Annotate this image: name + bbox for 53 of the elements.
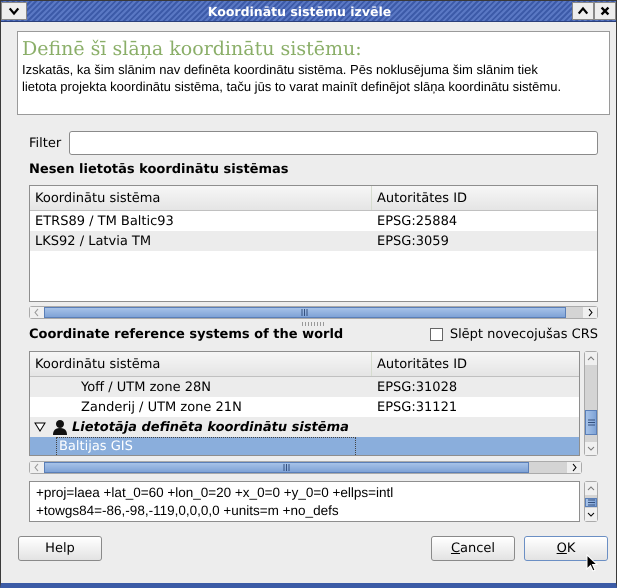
section-heading: Nesen lietotās koordinātu sistēmas [29,162,290,177]
horizontal-scrollbar[interactable] [29,461,582,474]
vertical-scrollbar[interactable] [584,481,598,522]
dialog-button[interactable]: OK [524,536,608,561]
menu-chevron-icon[interactable] [1,2,27,20]
expand-triangle-icon[interactable] [34,422,46,432]
table-row[interactable]: LKS92 / Latvia TM EPSG:3059 [30,231,597,251]
splitter-handle[interactable] [302,322,326,326]
filter-field[interactable] [69,131,598,155]
column-header[interactable]: Autoritātes ID [372,186,597,210]
tree-cell: Baltijas GIS [56,437,356,455]
vertical-scrollbar[interactable] [584,351,598,456]
tree-row[interactable]: Yoff / UTM zone 28N EPSG:31028 [30,377,579,397]
grip-icon [588,498,594,506]
tree-row[interactable]: Lietotāja definēta koordinātu sistēma [30,417,579,437]
column-header[interactable]: Koordinātu sistēma [30,352,372,376]
scroll-right-icon[interactable] [583,307,597,318]
scroll-left-icon[interactable] [30,462,44,473]
user-icon [53,419,67,435]
column-header[interactable]: Koordinātu sistēma [30,186,372,210]
table-cell: LKS92 / Latvia TM [35,234,152,248]
table-cell: EPSG:25884 [377,214,458,228]
scroll-up-icon[interactable] [585,482,597,495]
grip-icon [588,418,594,426]
scroll-left-icon[interactable] [30,307,44,318]
maximize-chevron-icon[interactable] [572,2,594,20]
window-title: Koordinātu sistēmu izvēle [206,4,392,18]
table-cell: EPSG:3059 [377,234,449,248]
tree-cell: Yoff / UTM zone 28N [81,380,211,394]
info-text: Izskatās, ka šim slānim nav definēta koordinātu sistēma. Pēs noklusējuma šim slānim tiek lietota projekta koordinātu sistēma, taču jūs to varat mainīt definējot slāņa koordinātu sistēmu. [22,61,562,95]
table-cell: ETRS89 / TM Baltic93 [35,214,174,228]
scroll-up-icon[interactable] [585,352,597,365]
grip-icon [282,464,290,471]
tree-row[interactable]: Zanderij / UTM zone 21N EPSG:31121 [30,397,579,417]
dialog-button[interactable]: Help [18,536,102,561]
scroll-down-icon[interactable] [585,508,597,521]
tree-cell: EPSG:31028 [377,380,458,394]
scroll-right-icon[interactable] [567,462,581,473]
close-icon[interactable] [594,2,616,20]
tree-cell: Zanderij / UTM zone 21N [81,400,242,414]
mouse-cursor-icon [586,554,598,572]
grip-icon [301,309,308,316]
section-heading: Coordinate reference systems of the world [29,327,344,342]
group-label: Lietotāja definēta koordinātu sistēma [72,420,349,434]
hide-deprecated-checkbox[interactable]: Slēpt novecojušas CRS [430,327,598,342]
proj-definition-text[interactable]: +proj=laea +lat_0=60 +lon_0=20 +x_0=0 +y_0=0 +ellps=intl +towgs84=-86,-98,-119,0,0,0,0 +units=m +no_defs [29,481,580,522]
dialog-button[interactable]: Cancel [431,536,515,561]
filter-label: Filter [29,136,62,150]
column-header[interactable]: Autoritātes ID [372,352,579,376]
horizontal-scrollbar[interactable] [29,306,598,319]
info-heading: Definē šī slāņa koordinātu sistēmu: [22,37,363,61]
tree-cell: EPSG:31121 [377,400,458,414]
table-row[interactable]: ETRS89 / TM Baltic93 EPSG:25884 [30,211,597,231]
